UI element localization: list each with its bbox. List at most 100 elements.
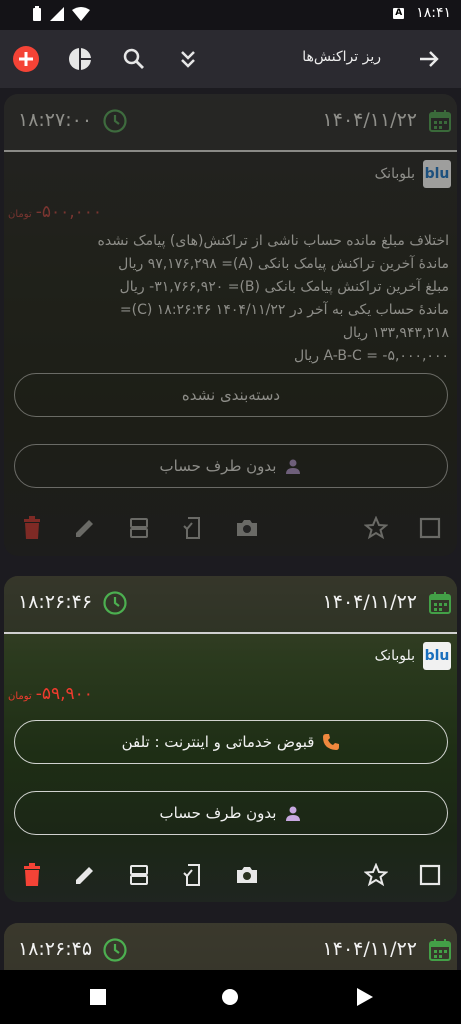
description-line: ماندهٔ حساب یکی به آخر در ۱۴۰۴/۱۱/۲۲ ۱۸:… [119,302,449,318]
description-line: مبلغ آخرین تراکنش پیامک بانکی (B)= ۳۱,۷۶… [119,279,449,295]
clock-icon [103,591,127,615]
home-icon [222,989,238,1005]
home-button[interactable] [220,987,240,1007]
expand-all-button[interactable] [172,43,204,75]
chart-button[interactable] [64,43,96,75]
transaction-time: ۱۸:۲۷:۰۰ [18,109,93,131]
split-button[interactable] [123,512,155,544]
select-checkbox[interactable] [414,512,446,544]
category-label: قبوض خدماتی و اینترنت : تلفن [121,733,315,751]
split-icon [130,865,148,885]
transaction-date: ۱۴۰۴/۱۱/۲۲ [322,591,417,613]
person-icon [286,806,301,821]
description-line: ۱۳۳,۹۴۳,۲۱۸ ریال [342,325,449,341]
card-header: ۱۸:۲۷:۰۰ ۱۴۰۴/۱۱/۲۲ [4,94,457,150]
card-header: ۱۸:۲۶:۴۵ ۱۴۰۴/۱۱/۲۲ [4,923,457,970]
currency-label: تومان [8,209,32,220]
star-icon [364,516,388,540]
counterparty-button[interactable]: بدون طرف حساب [14,791,448,835]
pie-chart-icon [69,47,92,71]
attach-receipt-button[interactable] [177,512,209,544]
amount-value: -۵۹,۹۰۰ [35,684,93,704]
back-icon [357,988,373,1006]
star-icon [364,863,388,887]
attach-receipt-icon [183,864,200,886]
bank-name: بلوبانک [374,166,415,182]
select-checkbox[interactable] [414,859,446,891]
signal-icon [50,7,64,21]
card-header: ۱۸:۲۶:۴۶ ۱۴۰۴/۱۱/۲۲ [4,576,457,632]
camera-button[interactable] [231,859,263,891]
battery-icon [33,6,41,21]
status-bar: A ۱۸:۴۱ [0,0,461,30]
screen: { "status_bar": { "time": "۱۸:۴۱", "badg… [0,0,461,1024]
category-label: دسته‌بندی نشده [181,386,281,404]
transaction-card[interactable]: ۱۸:۲۶:۴۵ ۱۴۰۴/۱۱/۲۲ [4,923,457,970]
split-icon [130,518,148,538]
description-line: ماندهٔ آخرین تراکنش پیامک بانکی (A)= ۹۷,… [118,256,449,272]
transaction-date: ۱۴۰۴/۱۱/۲۲ [322,938,417,960]
edit-icon [76,520,93,537]
transaction-amount: تومان -۵۰۰,۰۰۰ [8,202,102,222]
phone-icon [323,734,340,750]
delete-icon [24,516,40,539]
favorite-button[interactable] [360,512,392,544]
search-button[interactable] [118,43,150,75]
system-nav-bar [0,970,461,1024]
bank-logo: blu [423,160,451,188]
page-title: ریز تراکنش‌ها [302,49,381,65]
camera-button[interactable] [231,512,263,544]
transaction-date: ۱۴۰۴/۱۱/۲۲ [322,109,417,131]
expand-all-icon [181,51,195,68]
wifi-icon [72,7,90,21]
bank-info: بلوبانک blu [375,642,451,670]
person-icon [286,459,301,474]
counterparty-label: بدون طرف حساب [159,804,277,822]
counterparty-button[interactable]: بدون طرف حساب [14,444,448,488]
checkbox-icon [419,864,441,886]
transaction-time: ۱۸:۲۶:۴۵ [18,938,93,960]
delete-icon [24,863,40,886]
app-bar: ریز تراکنش‌ها [0,30,461,88]
attach-receipt-button[interactable] [177,859,209,891]
recents-button[interactable] [88,987,108,1007]
description-line: اختلاف مبلغ مانده حساب ناشی از تراکنش(ها… [97,233,449,249]
delete-button[interactable] [16,512,48,544]
status-time: ۱۸:۴۱ [416,5,451,21]
camera-icon [237,520,257,536]
add-button[interactable] [10,43,42,75]
back-nav-button[interactable] [355,987,375,1007]
card-actions [4,859,457,899]
clock-icon [103,109,127,133]
transaction-description: اختلاف مبلغ مانده حساب ناشی از تراکنش(ها… [13,230,449,368]
description-line: A-B-C = -۵,۰۰۰,۰۰۰ ریال [293,348,449,364]
search-icon [123,48,144,69]
card-actions [4,512,457,552]
notification-badge: A [393,7,405,19]
amount-value: -۵۰۰,۰۰۰ [35,202,103,222]
split-button[interactable] [123,859,155,891]
counterparty-label: بدون طرف حساب [159,457,277,475]
transaction-card[interactable]: ۱۸:۲۷:۰۰ ۱۴۰۴/۱۱/۲۲ بلوبانک blu تومان -۵… [4,94,457,556]
header-divider [4,632,457,634]
transaction-list[interactable]: ۱۸:۲۷:۰۰ ۱۴۰۴/۱۱/۲۲ بلوبانک blu تومان -۵… [0,88,461,970]
transaction-card[interactable]: ۱۸:۲۶:۴۶ ۱۴۰۴/۱۱/۲۲ بلوبانک blu تومان -۵… [4,576,457,902]
delete-button[interactable] [16,859,48,891]
back-arrow-icon [420,51,439,67]
edit-button[interactable] [69,512,101,544]
category-button[interactable]: دسته‌بندی نشده [14,373,448,417]
calendar-icon [429,592,451,614]
bank-logo: blu [423,642,451,670]
calendar-icon [429,110,451,132]
camera-icon [237,867,257,883]
back-button[interactable] [413,43,445,75]
edit-button[interactable] [69,859,101,891]
bank-name: بلوبانک [374,648,415,664]
favorite-button[interactable] [360,859,392,891]
category-button[interactable]: قبوض خدماتی و اینترنت : تلفن [14,720,448,764]
attach-receipt-icon [183,517,200,539]
add-icon [13,46,39,72]
transaction-time: ۱۸:۲۶:۴۶ [18,591,93,613]
transaction-amount: تومان -۵۹,۹۰۰ [8,684,93,704]
status-icons [32,6,90,22]
